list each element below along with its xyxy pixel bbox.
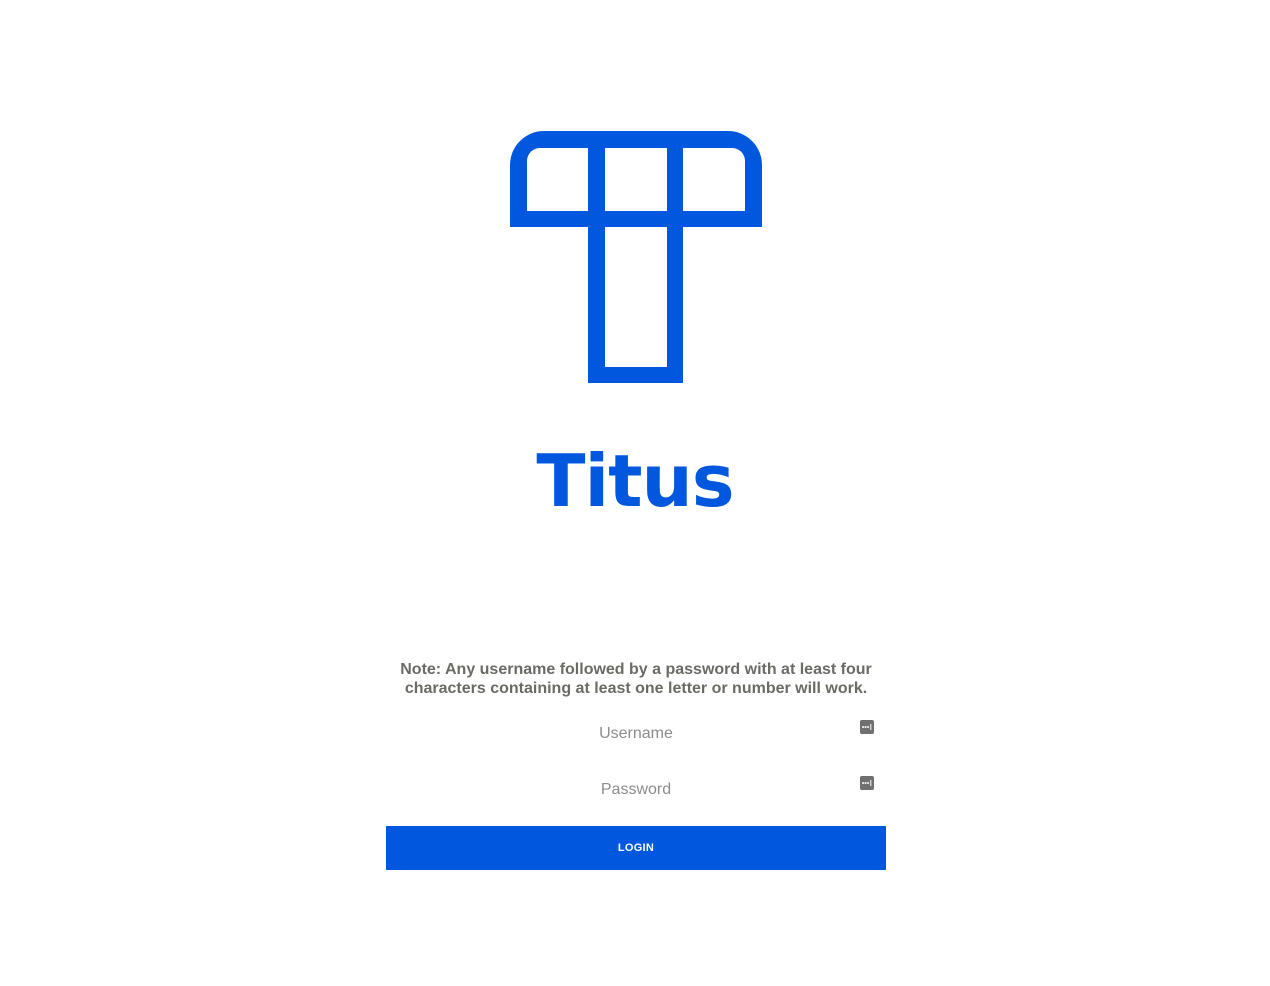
username-field-wrapper <box>386 714 886 754</box>
login-note: Note: Any username followed by a passwor… <box>400 661 872 697</box>
password-manager-key-icon[interactable] <box>860 776 874 790</box>
username-input[interactable] <box>386 714 886 754</box>
password-field-wrapper <box>386 770 886 810</box>
password-input[interactable] <box>386 770 886 810</box>
password-manager-key-icon[interactable] <box>860 720 874 734</box>
login-form: Note: Any username followed by a passwor… <box>386 660 886 870</box>
brand-title: Titus <box>536 439 734 523</box>
login-button[interactable]: LOGIN <box>386 826 886 870</box>
titus-logo-icon <box>510 131 762 383</box>
